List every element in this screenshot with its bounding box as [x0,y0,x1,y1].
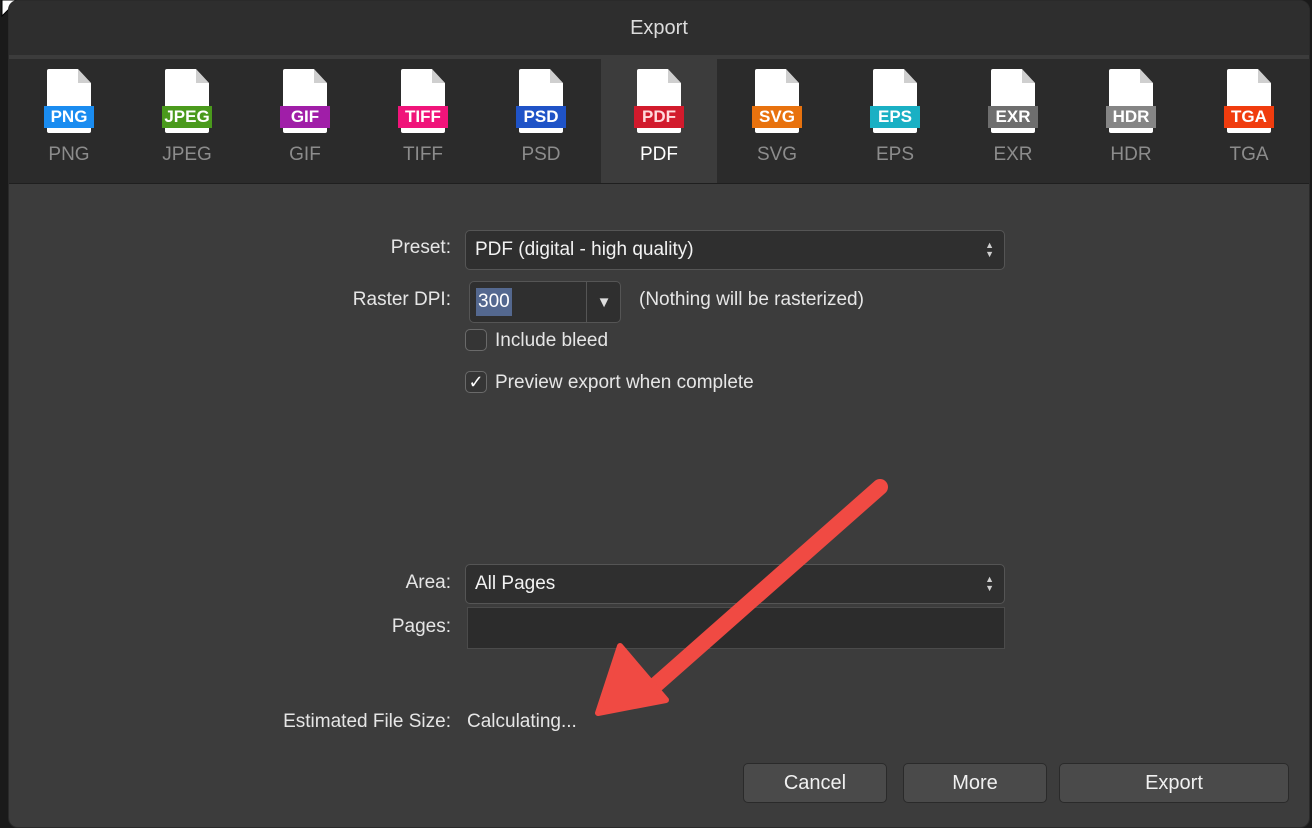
format-tab-label: PNG [48,144,90,165]
export-dialog: Export PNG PNG JPEG JPEG GIF GIF TIFF TIFF PSD PS… [8,0,1310,828]
format-tab-jpeg[interactable]: JPEG JPEG [129,59,245,183]
format-tab-label: HDR [1110,144,1152,165]
tga-file-icon: TGA [1223,69,1275,135]
eps-file-icon: EPS [869,69,921,135]
format-tab-label: TGA [1229,144,1269,165]
pdf-file-icon: PDF [633,69,685,135]
file-size-value: Calculating... [467,711,577,732]
raster-dpi-combo[interactable]: 300 ▼ [469,281,621,323]
popup-stepper-icon: ▲ ▼ [985,240,994,259]
format-tab-exr[interactable]: EXR EXR [955,59,1071,183]
psd-file-icon: PSD [515,69,567,135]
raster-dpi-label: Raster DPI: [352,289,451,310]
format-tab-label: PDF [640,144,678,165]
checkmark-icon: ✓ [468,371,484,392]
popup-stepper-icon: ▲ ▼ [985,574,994,593]
format-tab-tiff[interactable]: TIFF TIFF [365,59,481,183]
area-value: All Pages [475,573,556,594]
format-tab-psd[interactable]: PSD PSD [483,59,599,183]
format-tab-svg[interactable]: SVG SVG [719,59,835,183]
dialog-title: Export [9,1,1309,55]
tiff-file-icon: TIFF [397,69,449,135]
cancel-button[interactable]: Cancel [743,763,887,803]
include-bleed-label[interactable]: Include bleed [495,330,608,352]
format-tab-hdr[interactable]: HDR HDR [1073,59,1189,183]
format-tab-label: PSD [521,144,561,165]
chevron-down-icon[interactable]: ▼ [587,282,621,322]
png-file-icon: PNG [43,69,95,135]
format-tab-label: EXR [993,144,1033,165]
preview-export-label[interactable]: Preview export when complete [495,372,754,394]
format-tab-label: SVG [756,144,798,165]
preset-label: Preset: [390,237,451,258]
svg-file-icon: SVG [751,69,803,135]
preset-value: PDF (digital - high quality) [475,239,694,260]
pages-label: Pages: [391,616,451,637]
area-label: Area: [405,572,451,593]
format-tab-pdf[interactable]: PDF PDF [601,59,717,183]
more-button[interactable]: More [903,763,1047,803]
format-tab-eps[interactable]: EPS EPS [837,59,953,183]
format-tab-label: JPEG [162,144,212,165]
format-tab-png[interactable]: PNG PNG [11,59,127,183]
format-tab-tga[interactable]: TGA TGA [1191,59,1307,183]
format-tab-gif[interactable]: GIF GIF [247,59,363,183]
gif-file-icon: GIF [279,69,331,135]
format-tabs: PNG PNG JPEG JPEG GIF GIF TIFF TIFF PSD PSD PDF PDF… [9,59,1309,184]
preset-popup[interactable]: PDF (digital - high quality) ▲ ▼ [465,230,1005,270]
preview-export-checkbox[interactable]: ✓ [465,371,487,393]
export-button[interactable]: Export [1059,763,1289,803]
format-tab-label: TIFF [402,144,444,165]
raster-note: (Nothing will be rasterized) [639,289,864,310]
hdr-file-icon: HDR [1105,69,1157,135]
jpeg-file-icon: JPEG [161,69,213,135]
format-tab-label: GIF [289,144,321,165]
format-tab-label: EPS [875,144,915,165]
area-popup[interactable]: All Pages ▲ ▼ [465,564,1005,604]
file-size-label: Estimated File Size: [283,711,451,732]
pages-input[interactable] [467,607,1005,649]
raster-dpi-input[interactable]: 300 [476,288,512,316]
exr-file-icon: EXR [987,69,1039,135]
include-bleed-checkbox[interactable] [465,329,487,351]
